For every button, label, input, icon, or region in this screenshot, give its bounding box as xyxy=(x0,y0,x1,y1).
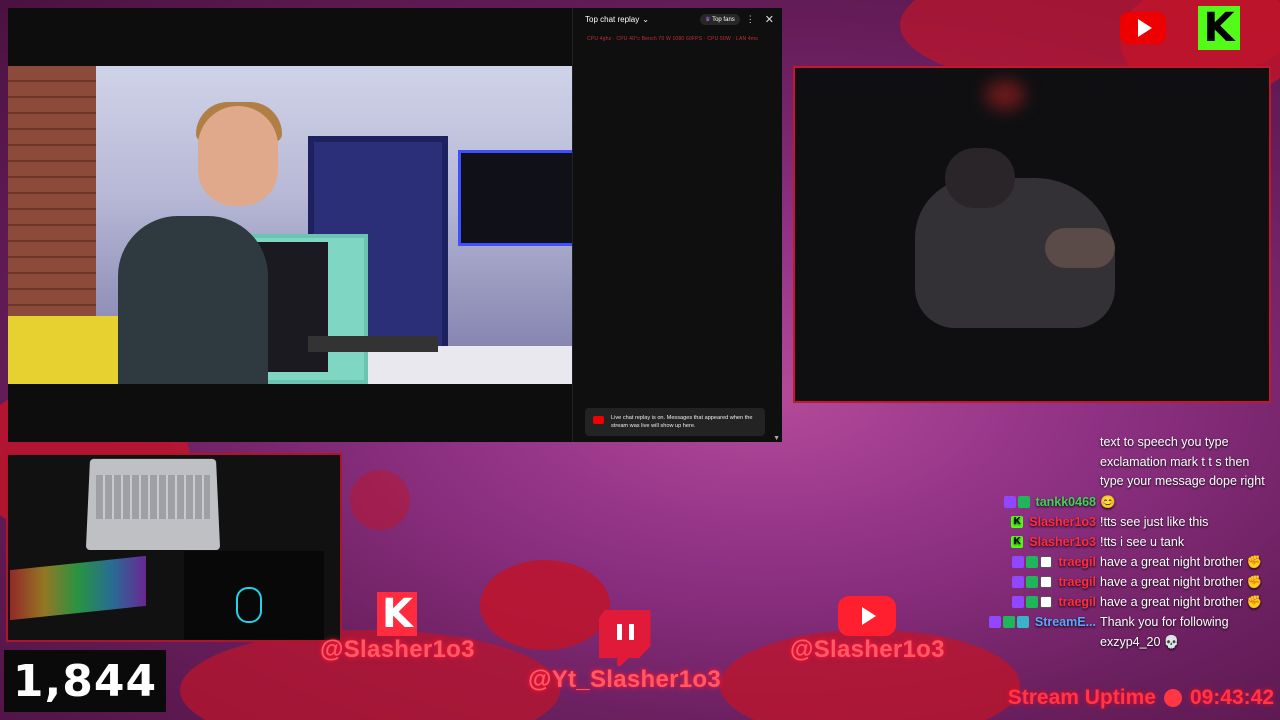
chat-message: tankk0468 😊 xyxy=(980,492,1280,512)
chat-message-text: exzyp4_20 💀 xyxy=(1100,634,1180,649)
twitch-icon xyxy=(598,610,651,666)
kick-icon: K xyxy=(377,591,418,637)
green-badge-icon xyxy=(1017,495,1030,508)
chat-message: StreamE... Thank you for following xyxy=(980,612,1280,632)
green-badge-icon xyxy=(1002,615,1015,628)
top-fans-button[interactable]: ♛ Top fans xyxy=(700,13,740,25)
stream-uptime: Stream Uptime 09:43:42 xyxy=(1008,686,1274,710)
youtube-social: @Slasher1o3 xyxy=(790,596,945,664)
kick-icon: K xyxy=(1198,5,1240,51)
scroll-down-icon[interactable]: ▼ xyxy=(773,435,780,442)
chat-badges: traegil xyxy=(980,572,1100,592)
chat-message-text: Thank you for following xyxy=(1100,614,1229,629)
chat-message-text: have a great night brother ✊ xyxy=(1100,554,1263,569)
chat-badges: tankk0468 xyxy=(980,492,1100,512)
main-video-player[interactable] xyxy=(8,8,572,442)
kick-social: K @Slasher1o3 xyxy=(320,591,475,664)
twitch-social: @Yt_Slasher1o3 xyxy=(528,610,721,694)
chat-message-text: have a great night brother ✊ xyxy=(1100,594,1263,609)
twitch-handle: @Yt_Slasher1o3 xyxy=(528,666,722,693)
chat-stats-line: CPU 4ghz · CPU 40°c Bench 70 W 1080 60FP… xyxy=(587,36,758,42)
crown-icon: ♛ xyxy=(705,16,711,23)
kick-handle: @Slasher1o3 xyxy=(320,636,475,663)
top-social-icons: K xyxy=(1120,5,1240,51)
chat-username[interactable]: traegil xyxy=(1058,572,1096,592)
uptime-label: Stream Uptime xyxy=(1007,686,1156,709)
chat-username[interactable]: StreamE... xyxy=(1035,612,1096,632)
green-badge-icon xyxy=(1026,575,1039,588)
chat-intro-line: text to speech you type xyxy=(1100,435,1229,449)
chat-intro-line: type your message dope right xyxy=(1100,474,1265,488)
mute-badge-icon xyxy=(1040,575,1053,588)
top-fans-label: Top fans xyxy=(712,16,735,23)
uptime-time: 09:43:42 xyxy=(1189,686,1274,709)
chat-username[interactable]: traegil xyxy=(1058,552,1096,572)
chat-title-label: Top chat replay xyxy=(585,14,640,24)
green-badge-icon xyxy=(1026,555,1039,568)
chat-overlay: text to speech you type exclamation mark… xyxy=(980,433,1280,652)
chat-message: K Slasher1o3 !tts i see u tank xyxy=(980,532,1280,552)
chat-message-text: 😊 xyxy=(1100,494,1116,509)
chat-badges: traegil xyxy=(980,552,1100,572)
purple-badge-icon xyxy=(1003,495,1016,508)
chat-message-list: tankk0468 😊 K Slasher1o3 !tts see just like … xyxy=(980,492,1280,632)
notice-text: Live chat replay is on. Messages that ap… xyxy=(611,414,753,429)
chat-username[interactable]: Slasher1o3 xyxy=(1029,532,1096,552)
green-badge-icon xyxy=(1026,595,1039,608)
follower-count: 1,844 xyxy=(4,650,166,712)
chat-username[interactable]: Slasher1o3 xyxy=(1029,512,1096,532)
chat-mode-dropdown[interactable]: Top chat replay ⌄ xyxy=(585,15,700,24)
chat-header: Top chat replay ⌄ ♛ Top fans ⋮ ✕ xyxy=(573,8,782,30)
chat-message: traegil have a great night brother ✊ xyxy=(980,592,1280,612)
chat-badges: StreamE... xyxy=(980,612,1100,632)
youtube-icon xyxy=(1120,12,1166,44)
chat-message-text: !tts i see u tank xyxy=(1100,534,1185,549)
chat-intro-line: exclamation mark t t s then xyxy=(1100,454,1250,469)
desk-camera xyxy=(6,453,342,642)
kick-badge-icon: K xyxy=(1011,535,1024,548)
video-frame xyxy=(8,66,572,384)
streamer-webcam xyxy=(793,66,1271,403)
youtube-icon xyxy=(838,596,897,636)
chat-message: exzyp4_20 💀 xyxy=(980,632,1280,652)
purple-badge-icon xyxy=(1012,595,1025,608)
chat-message: K Slasher1o3 !tts see just like this xyxy=(980,512,1280,532)
chat-replay-notice: Live chat replay is on. Messages that ap… xyxy=(585,407,765,436)
purple-badge-icon xyxy=(988,615,1001,628)
more-options-icon[interactable]: ⋮ xyxy=(746,14,755,25)
chat-badges: traegil xyxy=(980,592,1100,612)
chat-message-text: !tts see just like this xyxy=(1100,514,1209,529)
chat-message: traegil have a great night brother ✊ xyxy=(980,552,1280,572)
chat-username[interactable]: tankk0468 xyxy=(1036,492,1096,512)
kick-badge-icon: K xyxy=(1011,515,1024,528)
chat-badges: K Slasher1o3 xyxy=(980,512,1100,532)
close-icon[interactable]: ✕ xyxy=(765,13,774,26)
chevron-down-icon: ⌄ xyxy=(642,14,649,24)
mute-badge-icon xyxy=(1040,595,1053,608)
mute-badge-icon xyxy=(1040,555,1053,568)
chat-message: traegil have a great night brother ✊ xyxy=(980,572,1280,592)
chat-username[interactable]: traegil xyxy=(1058,592,1096,612)
youtube-icon xyxy=(593,415,604,424)
youtube-handle: @Slasher1o3 xyxy=(790,636,945,663)
bot-badge-icon xyxy=(1016,615,1029,628)
chat-replay-panel: Top chat replay ⌄ ♛ Top fans ⋮ ✕ CPU 4gh… xyxy=(572,8,782,442)
purple-badge-icon xyxy=(1012,555,1025,568)
clock-icon xyxy=(1163,689,1182,707)
chat-intro: text to speech you type exclamation mark… xyxy=(980,433,1280,492)
chat-message-text: have a great night brother ✊ xyxy=(1100,574,1263,589)
chat-badges: K Slasher1o3 xyxy=(980,532,1100,552)
purple-badge-icon xyxy=(1012,575,1025,588)
